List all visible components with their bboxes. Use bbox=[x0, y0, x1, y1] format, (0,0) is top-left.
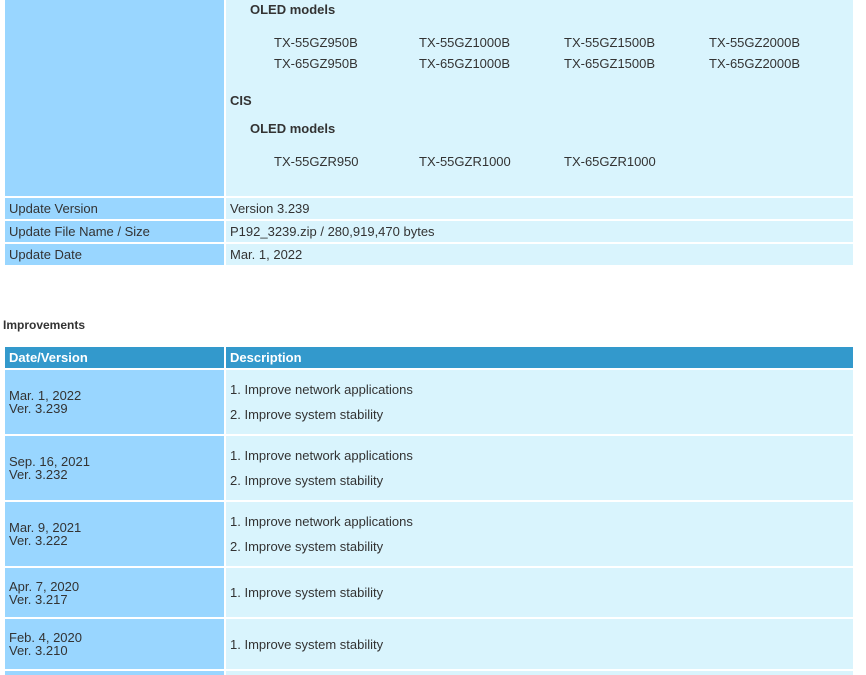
list-item: 1. Improve system stability bbox=[230, 636, 384, 652]
models-value-cell: OLED models TX-55GZ950B TX-55GZ1000B TX-… bbox=[226, 0, 853, 196]
improvements-title: Improvements bbox=[3, 318, 86, 332]
oled-models-heading: OLED models bbox=[250, 2, 336, 17]
date-cell bbox=[5, 671, 224, 675]
update-version-label: Update Version bbox=[5, 198, 224, 219]
spec-table: OLED models TX-55GZ950B TX-55GZ1000B TX-… bbox=[5, 0, 853, 265]
model-item: TX-65GZ1500B bbox=[564, 56, 656, 71]
release-version: Ver. 3.232 bbox=[9, 467, 68, 482]
description-cell: 1. Improve network applications 2. Impro… bbox=[226, 436, 853, 500]
model-item: TX-65GZ950B bbox=[274, 56, 358, 71]
model-item: TX-55GZ2000B bbox=[709, 35, 801, 50]
update-date-value: Mar. 1, 2022 bbox=[226, 244, 853, 265]
release-version: Ver. 3.222 bbox=[9, 533, 68, 548]
update-version-value: Version 3.239 bbox=[226, 198, 853, 219]
table-row: Mar. 9, 2021 Ver. 3.222 1. Improve netwo… bbox=[5, 502, 853, 566]
release-version: Ver. 3.217 bbox=[9, 591, 68, 607]
release-date: Apr. 7, 2020 bbox=[9, 578, 80, 594]
table-row-partial bbox=[5, 671, 853, 675]
description-cell: 1. Improve system stability bbox=[226, 568, 853, 617]
model-item: TX-55GZR950 bbox=[274, 154, 359, 169]
list-item: 1. Improve network applications bbox=[230, 382, 413, 397]
update-file-row: Update File Name / Size P192_3239.zip / … bbox=[5, 221, 853, 242]
list-item: 2. Improve system stability bbox=[230, 473, 384, 488]
oled-models-heading: OLED models bbox=[250, 121, 336, 136]
models-row: OLED models TX-55GZ950B TX-55GZ1000B TX-… bbox=[5, 0, 853, 196]
release-version: Ver. 3.239 bbox=[9, 401, 68, 416]
description-cell: 1. Improve system stability bbox=[226, 619, 853, 669]
table-row: Sep. 16, 2021 Ver. 3.232 1. Improve netw… bbox=[5, 436, 853, 500]
table-row: Mar. 1, 2022 Ver. 3.239 1. Improve netwo… bbox=[5, 370, 853, 434]
description-cell: 1. Improve network applications 2. Impro… bbox=[226, 502, 853, 566]
update-version-row: Update Version Version 3.239 bbox=[5, 198, 853, 219]
description-cell: 1. Improve network applications 2. Impro… bbox=[226, 370, 853, 434]
table-row: Apr. 7, 2020 Ver. 3.217 1. Improve syste… bbox=[5, 568, 853, 617]
date-cell: Feb. 4, 2020 Ver. 3.210 bbox=[5, 619, 224, 669]
date-cell: Sep. 16, 2021 Ver. 3.232 bbox=[5, 436, 224, 500]
model-item: TX-55GZR1000 bbox=[419, 154, 511, 169]
model-item: TX-65GZR1000 bbox=[564, 154, 656, 169]
description-header: Description bbox=[226, 347, 853, 368]
list-item: 2. Improve system stability bbox=[230, 407, 384, 422]
update-date-row: Update Date Mar. 1, 2022 bbox=[5, 244, 853, 265]
description-cell bbox=[226, 671, 853, 675]
improvements-table: Date/Version Description Mar. 1, 2022 Ve… bbox=[5, 347, 853, 675]
update-file-value: P192_3239.zip / 280,919,470 bytes bbox=[226, 221, 853, 242]
table-row: Feb. 4, 2020 Ver. 3.210 1. Improve syste… bbox=[5, 619, 853, 669]
date-cell: Mar. 1, 2022 Ver. 3.239 bbox=[5, 370, 224, 434]
model-item: TX-55GZ950B bbox=[274, 35, 358, 50]
date-version-header: Date/Version bbox=[5, 347, 224, 368]
improvements-header: Date/Version Description bbox=[5, 347, 853, 368]
date-cell: Apr. 7, 2020 Ver. 3.217 bbox=[5, 568, 224, 617]
update-file-label: Update File Name / Size bbox=[5, 221, 224, 242]
model-item: TX-55GZ1000B bbox=[419, 35, 511, 50]
date-cell: Mar. 9, 2021 Ver. 3.222 bbox=[5, 502, 224, 566]
model-item: TX-65GZ1000B bbox=[419, 56, 511, 71]
list-item: 1. Improve network applications bbox=[230, 448, 413, 463]
list-item: 1. Improve network applications bbox=[230, 514, 413, 529]
model-item: TX-65GZ2000B bbox=[709, 56, 801, 71]
model-item: TX-55GZ1500B bbox=[564, 35, 656, 50]
models-label-cell bbox=[5, 0, 224, 196]
list-item: 2. Improve system stability bbox=[230, 539, 384, 554]
update-date-label: Update Date bbox=[5, 244, 224, 265]
firmware-page: OLED models TX-55GZ950B TX-55GZ1000B TX-… bbox=[0, 0, 866, 675]
release-version: Ver. 3.210 bbox=[9, 643, 68, 658]
region-heading: CIS bbox=[230, 93, 252, 108]
list-item: 1. Improve system stability bbox=[230, 585, 384, 600]
